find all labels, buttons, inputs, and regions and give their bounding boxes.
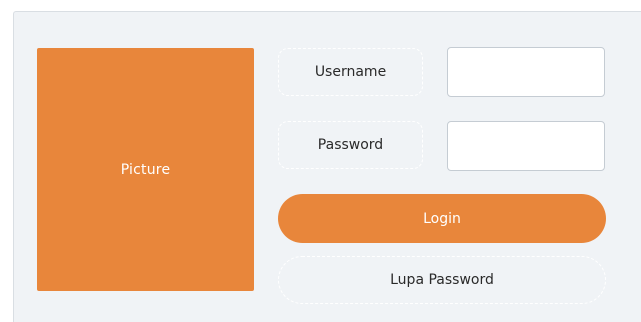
forgot-password-label: Lupa Password — [390, 272, 494, 288]
picture-placeholder: Picture — [37, 48, 254, 291]
login-screen: Picture Username Password Login Lupa Pas… — [0, 0, 641, 322]
password-field[interactable] — [447, 121, 605, 171]
username-label-text: Username — [314, 64, 387, 80]
login-button-label: Login — [423, 210, 461, 227]
password-label: Password — [278, 121, 423, 169]
forgot-password-link[interactable]: Lupa Password — [278, 256, 606, 304]
password-label-text: Password — [317, 137, 384, 153]
username-label: Username — [278, 48, 423, 96]
login-button[interactable]: Login — [278, 194, 606, 243]
picture-label: Picture — [120, 161, 171, 178]
username-field[interactable] — [447, 47, 605, 97]
